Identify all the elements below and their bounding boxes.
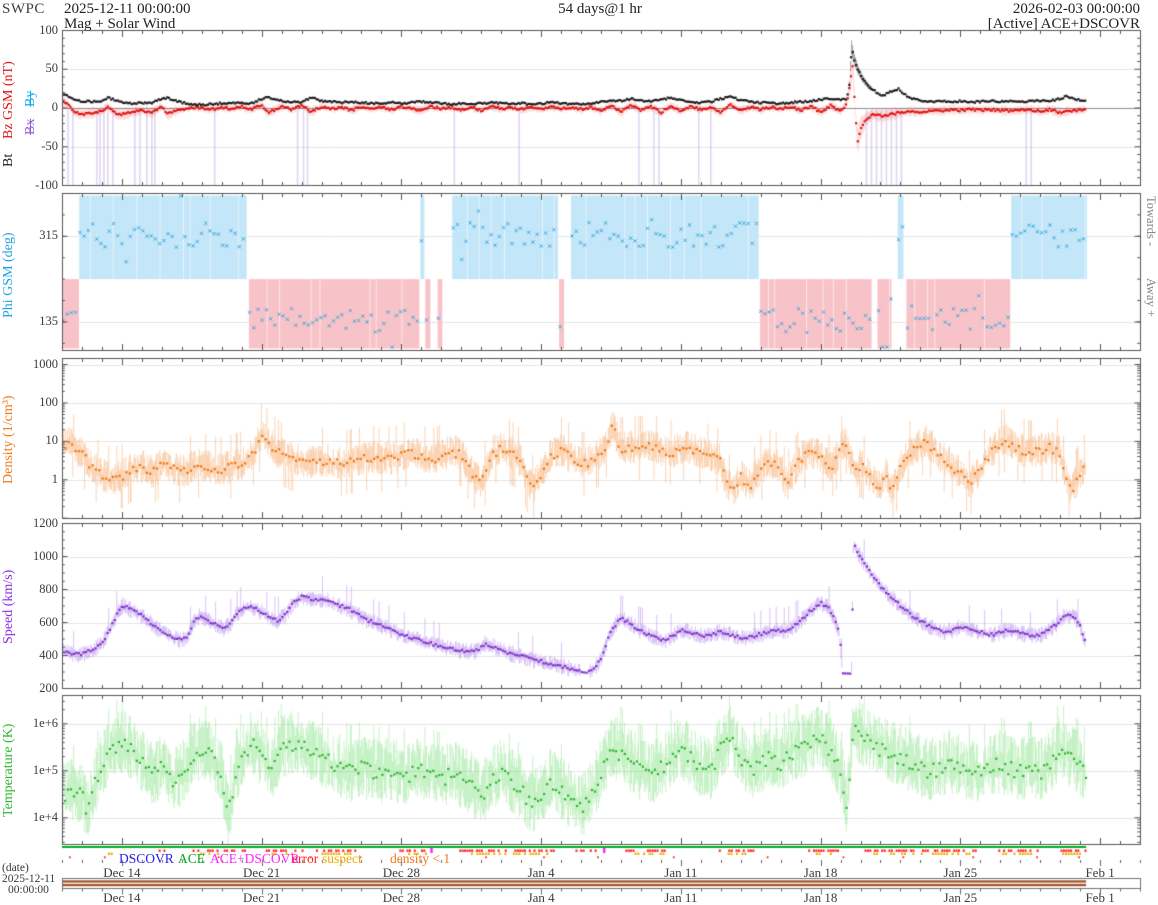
date-tick-row2: Dec 28: [366, 890, 436, 905]
density-y-tick: 10: [0, 433, 58, 448]
speed-y-tick: 400: [0, 648, 58, 663]
legend-ace[interactable]: ACE: [178, 851, 205, 867]
mag-y-tick: 50: [0, 61, 58, 76]
panel-phi-plot-area[interactable]: [62, 193, 1140, 350]
legend-suspect: suspect: [322, 851, 362, 867]
speed-y-tick: 600: [0, 615, 58, 630]
panel-density-plot-area[interactable]: [62, 358, 1140, 518]
panel-temperature-plot-area[interactable]: [62, 695, 1140, 844]
mag-y-tick: 100: [0, 23, 58, 38]
phi-y-tick: 135: [0, 314, 58, 329]
mag-y-tick: 0: [0, 100, 58, 115]
date-tick-row2: Jan 11: [646, 890, 716, 905]
temperature-y-tick: 1e+6: [0, 716, 58, 731]
speed-y-tick: 1000: [0, 549, 58, 564]
date-tick-row2: Jan 25: [925, 890, 995, 905]
date-tick-row2: Dec 21: [227, 890, 297, 905]
time-navigator[interactable]: [62, 878, 1140, 889]
density-y-tick: 1: [0, 472, 58, 487]
speed-y-tick: 1200: [0, 516, 58, 531]
date-tick-row2: Dec 14: [87, 890, 157, 905]
date-tick-row2: Feb 1: [1065, 890, 1135, 905]
sector-label-away: Away +: [1143, 278, 1158, 358]
swpc-solar-wind-plot: SWPC 2025-12-11 00:00:00 Mag + Solar Win…: [0, 0, 1158, 905]
date-tick-row2: Jan 18: [786, 890, 856, 905]
date-tick-row2: Jan 4: [506, 890, 576, 905]
mag-y-tick: -50: [0, 139, 58, 154]
phi-y-tick: 315: [0, 228, 58, 243]
panel-speed-plot-area[interactable]: [62, 523, 1140, 688]
panel-mag-plot-area[interactable]: [62, 30, 1140, 186]
temperature-y-tick: 1e+4: [0, 810, 58, 825]
axis-label-bx-disabled[interactable]: Bx: [23, 112, 39, 142]
density-y-tick: 100: [0, 395, 58, 410]
speed-y-tick: 800: [0, 582, 58, 597]
mag-y-tick: -100: [0, 178, 58, 193]
speed-y-tick: 200: [0, 681, 58, 696]
temperature-y-tick: 1e+5: [0, 763, 58, 778]
density-y-tick: 1000: [0, 357, 58, 372]
date-axis-start-time: 00:00:00: [8, 884, 49, 896]
